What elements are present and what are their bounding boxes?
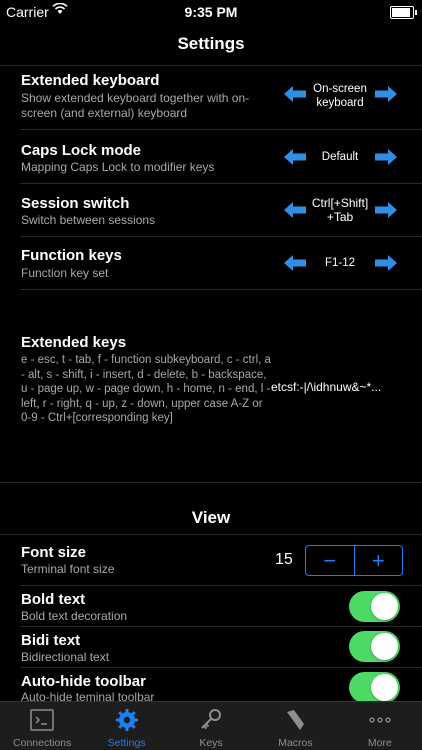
row-title: Caps Lock mode — [21, 142, 142, 159]
tab-label: Keys — [199, 737, 223, 749]
extended-keys-value[interactable]: etcsf:-|/\idhnuw&~*... — [271, 380, 381, 394]
tab-more[interactable]: More — [338, 702, 422, 750]
toggle-knob — [371, 633, 398, 660]
divider — [20, 236, 422, 237]
auto-hide-toolbar-toggle[interactable] — [349, 672, 400, 703]
terminal-icon — [29, 708, 55, 732]
section-header-view: View — [191, 508, 231, 527]
row-title: Session switch — [21, 195, 130, 212]
status-time: 9:35 PM — [184, 4, 238, 20]
bidi-text-toggle[interactable] — [349, 631, 400, 662]
more-icon — [367, 708, 393, 732]
option-value: On-screen keyboard — [313, 83, 367, 109]
row-title: Font size — [21, 544, 87, 561]
row-subtitle: Bold text decoration — [21, 609, 128, 623]
tab-keys[interactable]: Keys — [169, 702, 253, 750]
row-title: Extended keys — [21, 334, 127, 351]
arrow-right-icon[interactable] — [375, 202, 397, 218]
toggle-knob — [371, 593, 398, 620]
page-title: Settings — [177, 34, 245, 53]
tab-bar: Connections Settings Keys Macros More — [0, 701, 422, 750]
arrow-right-icon[interactable] — [375, 86, 397, 102]
row-subtitle: Show extended keyboard together with on-… — [21, 91, 250, 120]
tab-connections[interactable]: Connections — [0, 702, 84, 750]
divider — [0, 482, 422, 483]
option-value: Ctrl[+Shift] +Tab — [311, 196, 369, 224]
increment-button[interactable]: + — [355, 546, 403, 575]
divider — [20, 626, 422, 627]
row-title: Bold text — [21, 591, 86, 608]
row-subtitle: Switch between sessions — [21, 213, 156, 227]
row-subtitle: Bidirectional text — [21, 650, 110, 664]
row-subtitle: Function key set — [21, 266, 109, 280]
arrow-right-icon[interactable] — [375, 149, 397, 165]
divider — [20, 585, 422, 586]
tab-label: Macros — [278, 737, 313, 749]
divider — [20, 289, 422, 290]
arrow-left-icon[interactable] — [284, 86, 306, 102]
arrow-left-icon[interactable] — [284, 255, 306, 271]
row-subtitle: Mapping Caps Lock to modifier keys — [21, 160, 215, 174]
tab-settings[interactable]: Settings — [84, 702, 168, 750]
arrow-left-icon[interactable] — [284, 149, 306, 165]
gear-icon — [114, 708, 140, 732]
arrow-right-icon[interactable] — [375, 255, 397, 271]
divider — [20, 183, 422, 184]
divider — [0, 65, 422, 66]
row-title: Auto-hide toolbar — [21, 673, 146, 690]
decrement-button[interactable]: − — [306, 546, 355, 575]
row-subtitle: e - esc, t - tab, f - function subkeyboa… — [21, 354, 271, 425]
status-bar: Carrier 9:35 PM — [0, 0, 422, 24]
row-subtitle: Terminal font size — [21, 562, 115, 576]
font-size-value: 15 — [275, 551, 293, 568]
bookmark-icon — [282, 708, 308, 732]
divider — [20, 667, 422, 668]
option-value: F1-12 — [324, 257, 356, 269]
toggle-knob — [371, 674, 398, 701]
divider — [20, 129, 422, 130]
font-size-stepper[interactable]: − + — [305, 545, 403, 576]
row-title: Bidi text — [21, 632, 81, 649]
tab-macros[interactable]: Macros — [253, 702, 337, 750]
tab-label: Connections — [13, 737, 72, 749]
tab-label: Settings — [107, 737, 146, 749]
option-value: Default — [321, 151, 359, 163]
divider — [0, 534, 422, 535]
bold-text-toggle[interactable] — [349, 591, 400, 622]
tab-label: More — [367, 737, 392, 749]
key-icon — [198, 708, 224, 732]
row-title: Function keys — [21, 247, 122, 264]
row-title: Extended keyboard — [21, 72, 160, 89]
battery-icon — [390, 6, 417, 19]
